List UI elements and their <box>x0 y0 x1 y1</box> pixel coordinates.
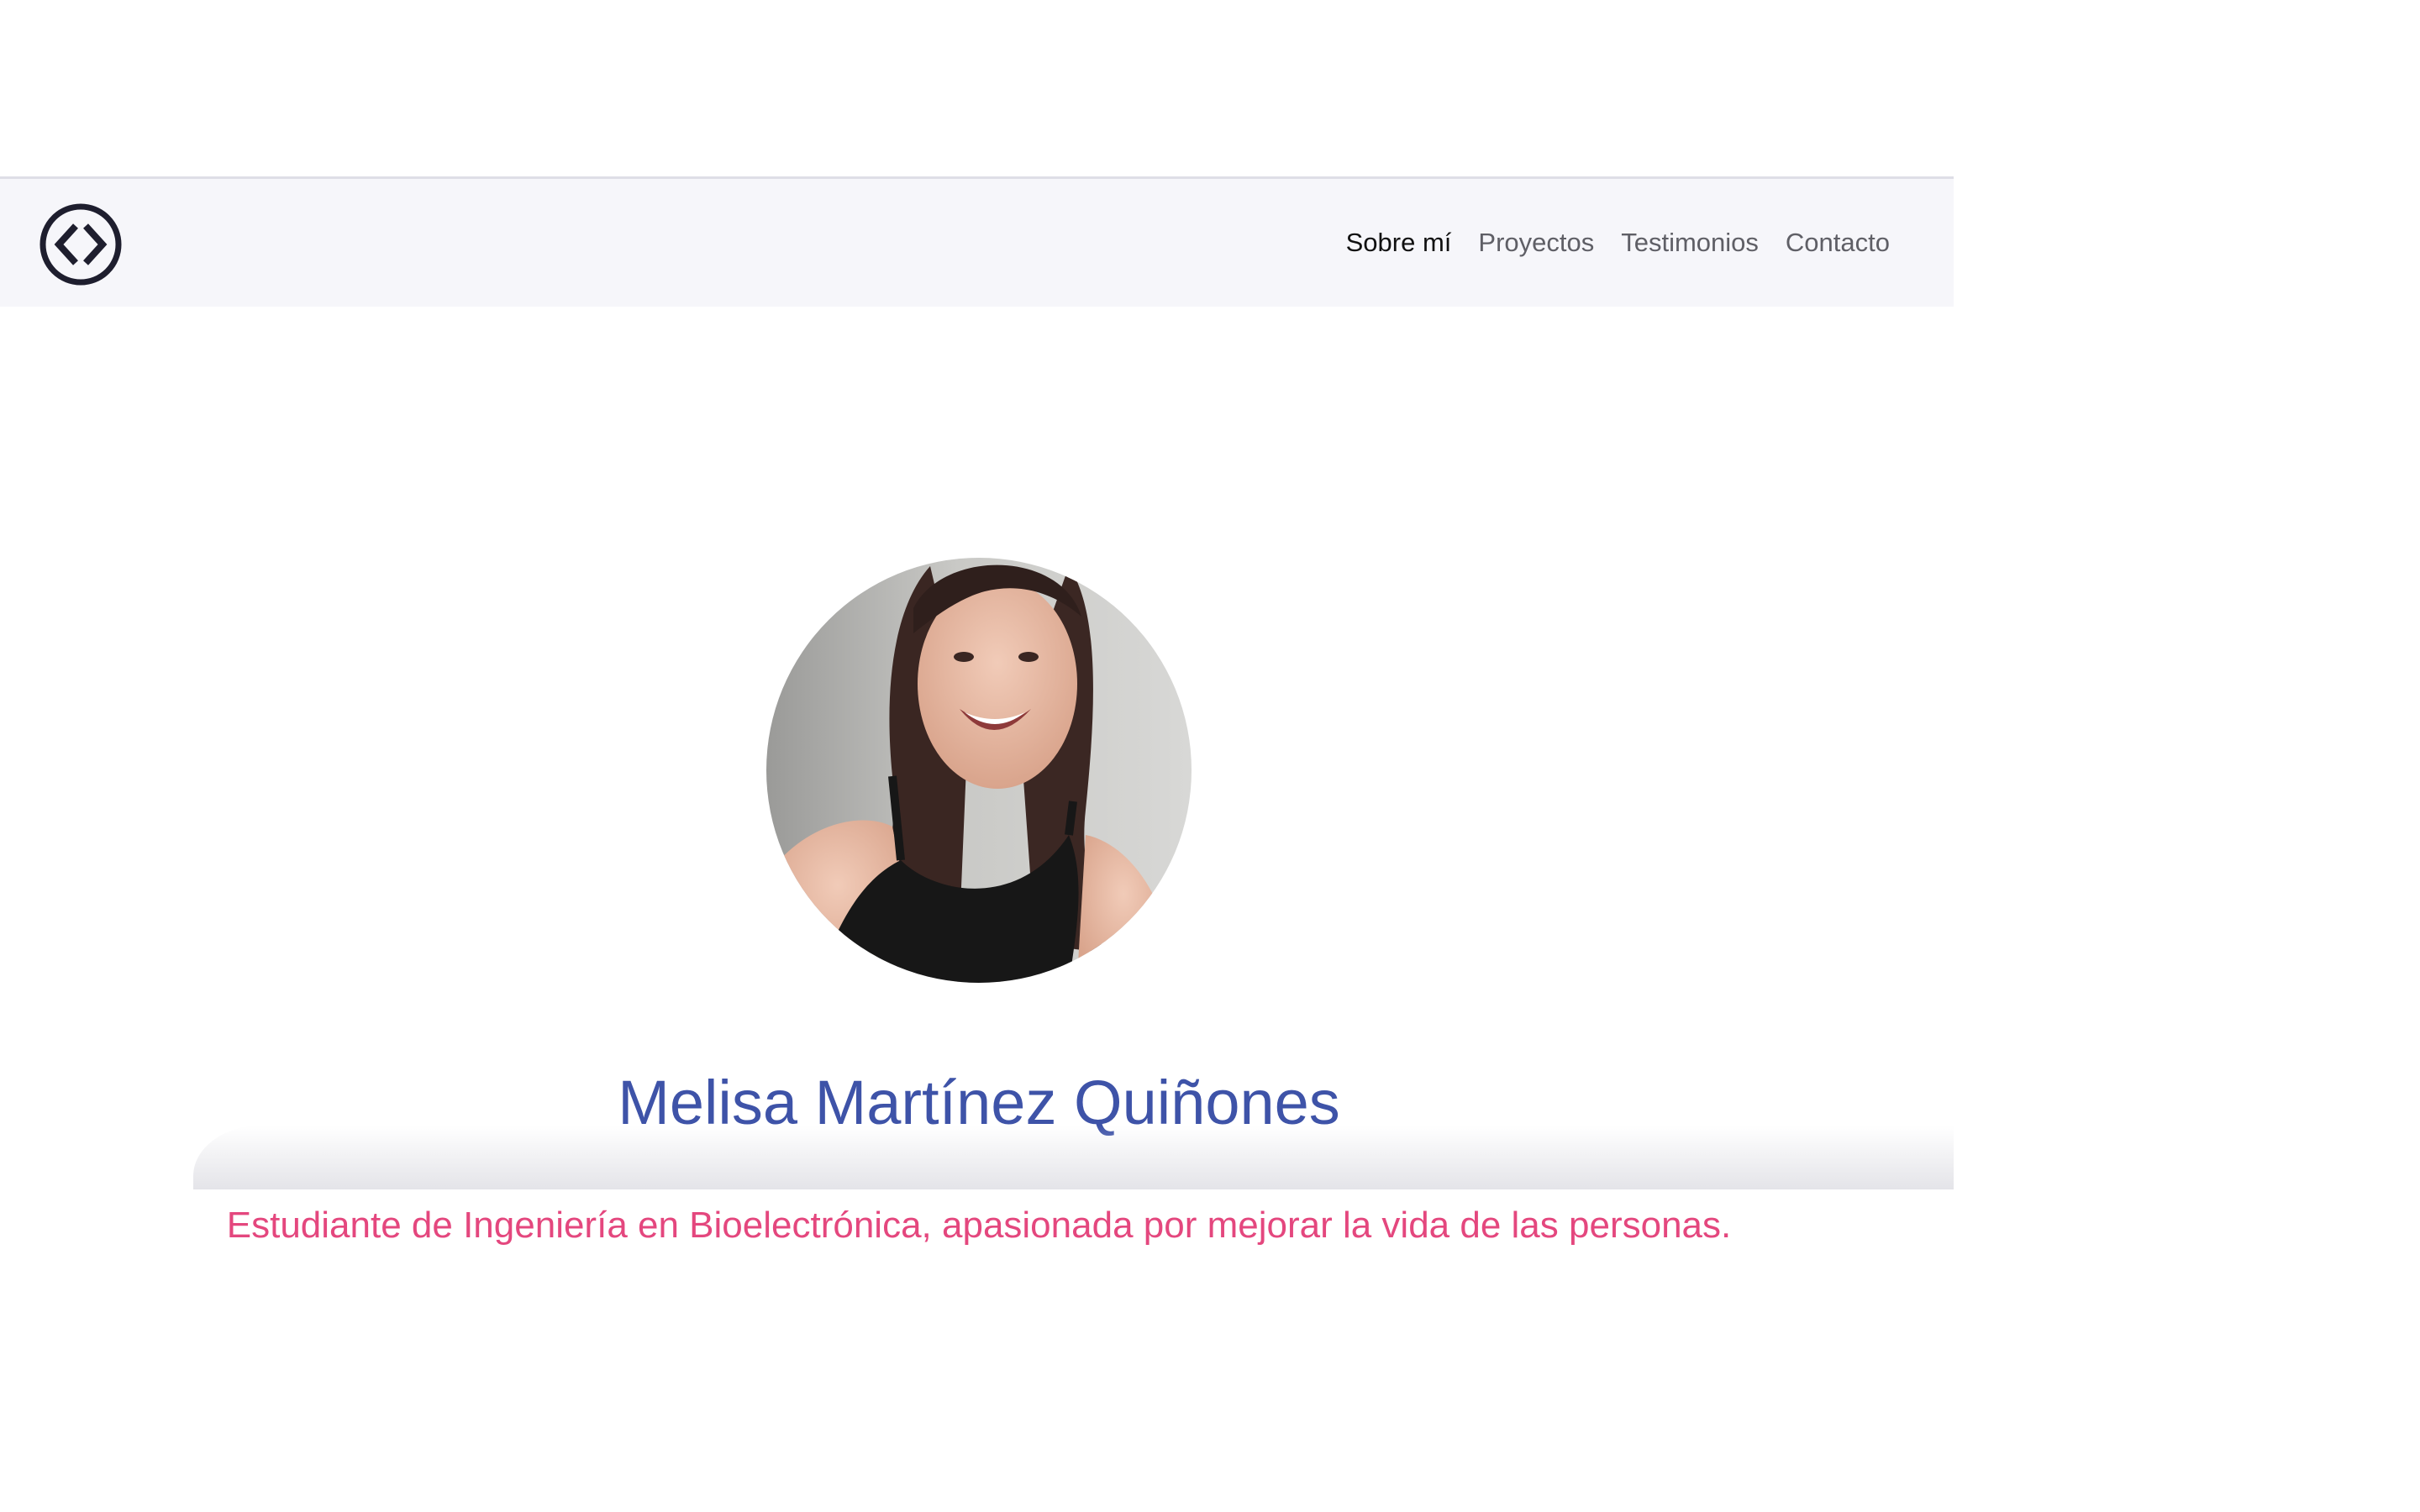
navbar: Sobre mí Proyectos Testimonios Contacto <box>0 176 1954 307</box>
nav-link-testimonios[interactable]: Testimonios <box>1621 228 1759 258</box>
tagline: Estudiante de Ingeniería en Bioelectróni… <box>226 1205 1732 1246</box>
nav-link-sobre-mi[interactable]: Sobre mí <box>1346 228 1452 258</box>
nav-links: Sobre mí Proyectos Testimonios Contacto <box>1346 179 1890 307</box>
nav-link-contacto[interactable]: Contacto <box>1786 228 1890 258</box>
profile-photo <box>766 558 1192 983</box>
nav-link-proyectos[interactable]: Proyectos <box>1478 228 1594 258</box>
browser-viewport: Sobre mí Proyectos Testimonios Contacto <box>0 0 2420 1512</box>
logo-link[interactable] <box>37 201 124 288</box>
section-divider-shadow <box>193 1126 1954 1189</box>
code-brackets-circle-icon <box>37 201 124 288</box>
